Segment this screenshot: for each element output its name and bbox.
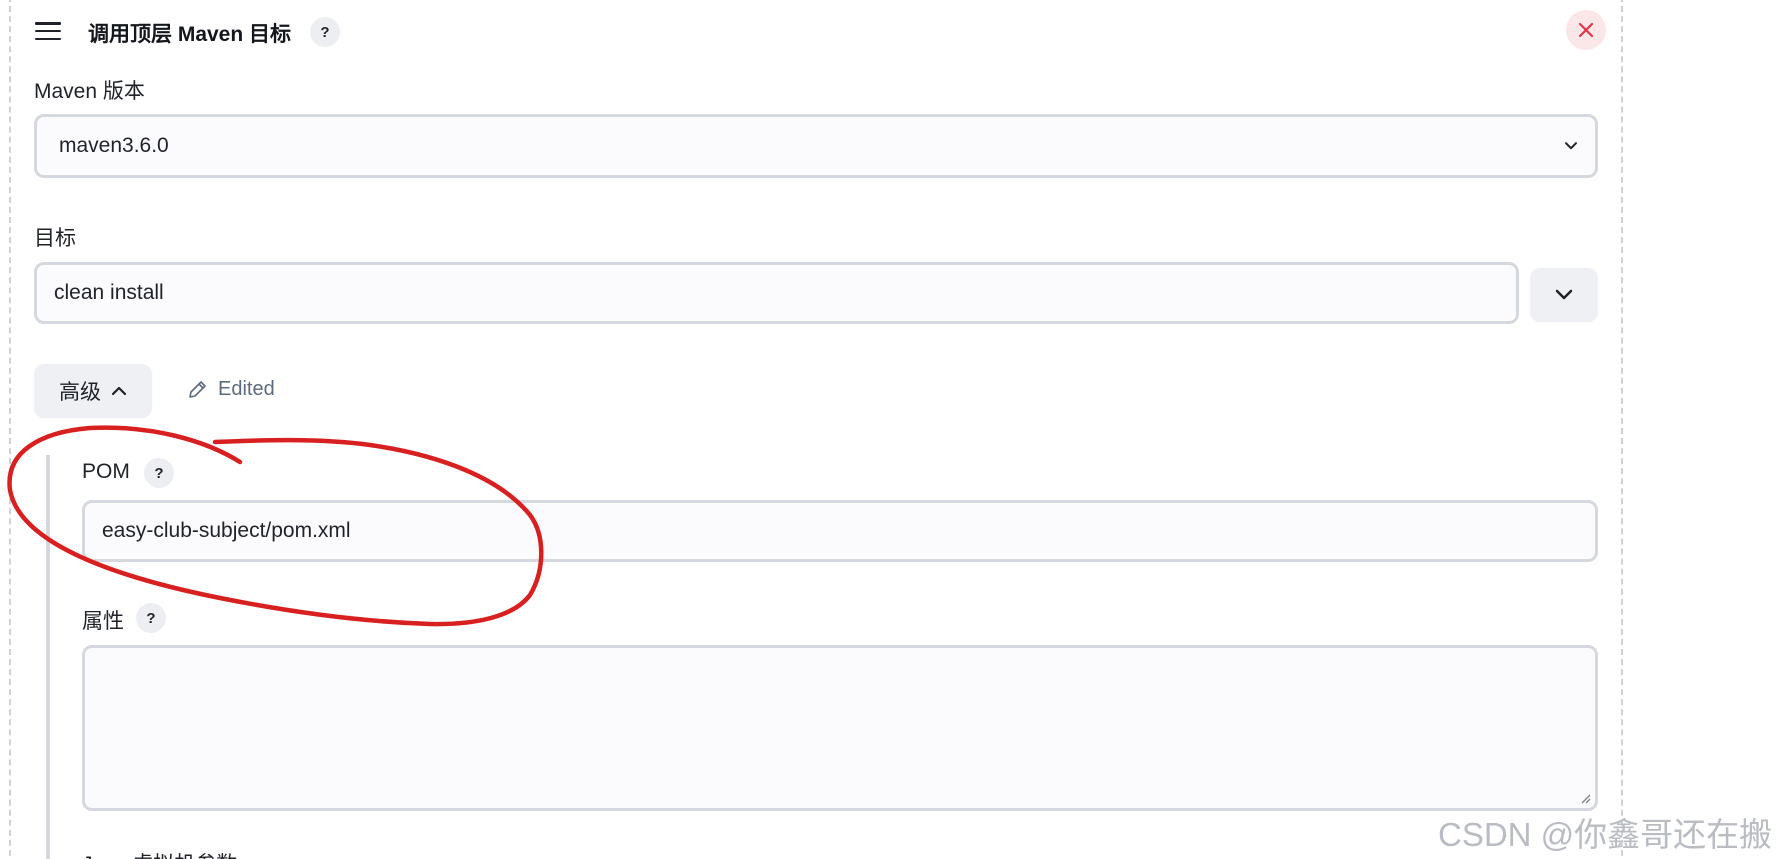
- advanced-label: 高级: [59, 381, 101, 404]
- advanced-toggle-button[interactable]: 高级: [34, 364, 152, 418]
- jvm-options-label: Java 虚拟机参数: [82, 848, 237, 859]
- chevron-down-icon: [1565, 142, 1577, 150]
- maven-version-label: Maven 版本: [34, 80, 145, 103]
- maven-version-value: maven3.6.0: [59, 134, 169, 157]
- drag-handle-icon[interactable]: [35, 22, 61, 40]
- goals-value: clean install: [54, 281, 164, 304]
- advanced-section-bar: [46, 455, 50, 859]
- close-button[interactable]: [1566, 10, 1606, 50]
- properties-textarea[interactable]: [82, 645, 1598, 811]
- title-help-button[interactable]: ?: [310, 17, 340, 47]
- close-icon: [1578, 22, 1594, 38]
- chevron-down-icon: [1555, 289, 1573, 300]
- pom-value: easy-club-subject/pom.xml: [102, 519, 351, 542]
- goals-label: 目标: [34, 227, 76, 250]
- chevron-up-icon: [111, 386, 127, 396]
- maven-version-select[interactable]: maven3.6.0: [34, 114, 1598, 178]
- edited-label: Edited: [218, 378, 275, 400]
- edited-indicator: Edited: [186, 378, 275, 401]
- goals-expand-button[interactable]: [1530, 268, 1598, 322]
- section-title: 调用顶层 Maven 目标: [88, 23, 292, 46]
- properties-label: 属性: [82, 610, 124, 633]
- pom-label: POM: [82, 460, 130, 483]
- pom-help-button[interactable]: ?: [144, 458, 174, 488]
- pencil-icon: [189, 380, 206, 398]
- properties-help-button[interactable]: ?: [136, 603, 166, 633]
- watermark: CSDN @你鑫哥还在搬: [1438, 816, 1773, 853]
- pom-input[interactable]: easy-club-subject/pom.xml: [82, 500, 1598, 562]
- goals-input[interactable]: clean install: [34, 262, 1519, 324]
- page: 调用顶层 Maven 目标 ? Maven 版本 maven3.6.0 目标 c…: [0, 0, 1780, 859]
- resize-grip-icon[interactable]: [1579, 792, 1591, 804]
